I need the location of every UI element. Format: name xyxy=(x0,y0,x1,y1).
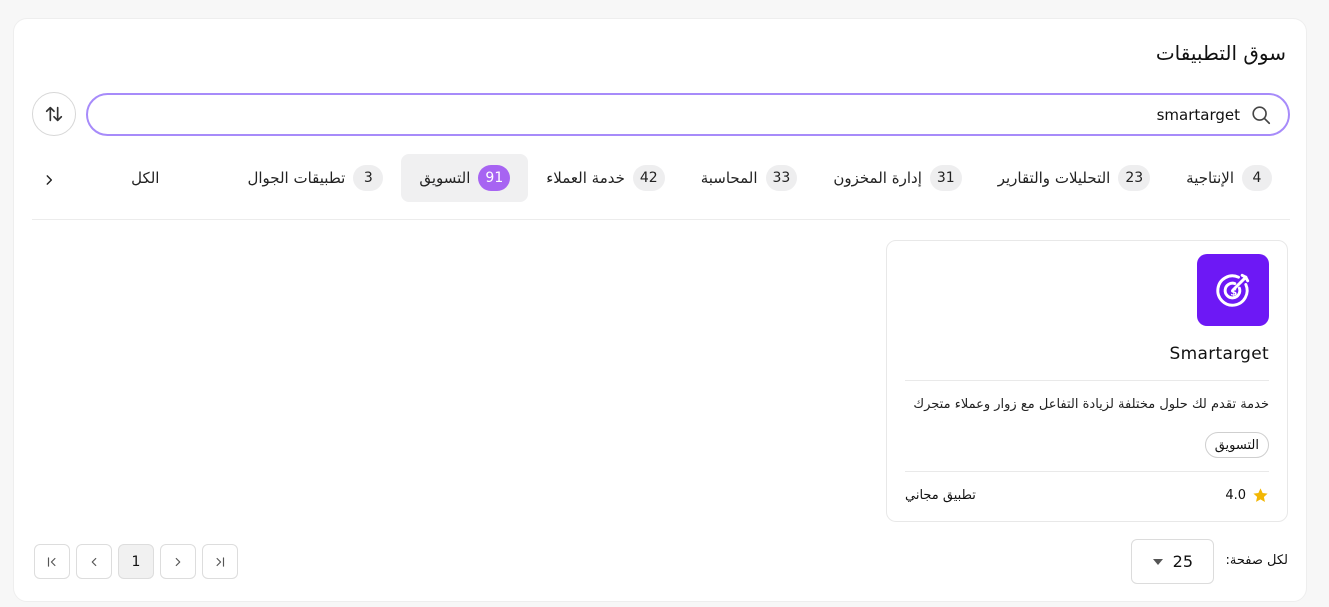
tab-label: تطبيقات الجوال xyxy=(247,169,346,187)
sort-button[interactable] xyxy=(32,92,76,136)
tabs-scroll-button[interactable] xyxy=(38,169,60,191)
chevron-down-icon xyxy=(1153,558,1163,565)
tab-label: التحليلات والتقارير xyxy=(997,169,1111,187)
page-title: سوق التطبيقات xyxy=(1155,41,1286,65)
first-page-icon xyxy=(47,556,56,567)
next-page-icon xyxy=(175,557,181,566)
sort-icon xyxy=(45,106,63,122)
star-icon xyxy=(1253,488,1268,502)
prev-page-button[interactable] xyxy=(76,544,112,579)
tab-inventory[interactable]: 31 إدارة المخزون xyxy=(815,154,979,202)
pagination: 1 xyxy=(34,544,238,579)
tab-count: 31 xyxy=(929,165,962,191)
per-page-label: لكل صفحة: xyxy=(1225,553,1288,568)
tab-count: 91 xyxy=(478,165,511,191)
per-page-select[interactable]: 25 xyxy=(1131,539,1214,584)
tab-customer-service[interactable]: 42 خدمة العملاء xyxy=(528,154,682,202)
app-name: Smartarget xyxy=(1169,344,1269,364)
last-page-button[interactable] xyxy=(202,544,238,579)
tab-count: 23 xyxy=(1118,165,1151,191)
per-page-value: 25 xyxy=(1172,552,1193,571)
first-page-button[interactable] xyxy=(34,544,70,579)
prev-page-icon xyxy=(91,557,97,566)
tab-count: 33 xyxy=(765,165,798,191)
last-page-icon xyxy=(216,556,225,567)
category-tag[interactable]: التسويق xyxy=(1204,432,1269,458)
marketplace-panel: سوق التطبيقات الكل 3 تطبيقات الجوال 91 ا… xyxy=(13,18,1307,602)
card-divider xyxy=(905,380,1269,381)
app-logo: $ xyxy=(1197,254,1269,326)
tab-marketing[interactable]: 91 التسويق xyxy=(401,154,529,202)
app-description: خدمة تقدم لك حلول مختلفة لزيادة التفاعل … xyxy=(913,397,1269,412)
tab-productivity[interactable]: 4 الإنتاجية xyxy=(1168,154,1290,202)
target-dollar-icon: $ xyxy=(1216,273,1250,307)
app-card[interactable]: $ Smartarget خدمة تقدم لك حلول مختلفة لز… xyxy=(886,240,1288,522)
app-price: تطبيق مجاني xyxy=(905,488,976,503)
tab-count: 42 xyxy=(632,165,665,191)
tab-label: المحاسبة xyxy=(700,169,758,187)
search-input[interactable] xyxy=(140,95,1240,134)
tab-mobile-apps[interactable]: 3 تطبيقات الجوال xyxy=(229,154,401,202)
app-rating: 4.0 xyxy=(1225,487,1269,504)
tab-all[interactable]: الكل xyxy=(45,154,229,202)
tab-count: 3 xyxy=(353,165,384,191)
tab-analytics[interactable]: 23 التحليلات والتقارير xyxy=(980,154,1168,202)
tab-count: 4 xyxy=(1242,165,1272,191)
tab-accounting[interactable]: 33 المحاسبة xyxy=(683,154,816,202)
tab-label: الإنتاجية xyxy=(1186,169,1234,187)
tab-label: التسويق xyxy=(419,169,471,187)
category-tabs: الكل 3 تطبيقات الجوال 91 التسويق 42 خدمة… xyxy=(32,152,1290,220)
page-number-current[interactable]: 1 xyxy=(118,544,154,579)
tab-label: الكل xyxy=(131,169,160,187)
search-icon xyxy=(1252,106,1271,125)
next-page-button[interactable] xyxy=(160,544,196,579)
chevron-right-icon xyxy=(46,175,53,185)
card-divider xyxy=(905,471,1269,472)
tab-label: خدمة العملاء xyxy=(546,169,625,187)
rating-value: 4.0 xyxy=(1225,488,1246,503)
tab-label: إدارة المخزون xyxy=(833,169,922,187)
search-bar xyxy=(86,93,1290,136)
